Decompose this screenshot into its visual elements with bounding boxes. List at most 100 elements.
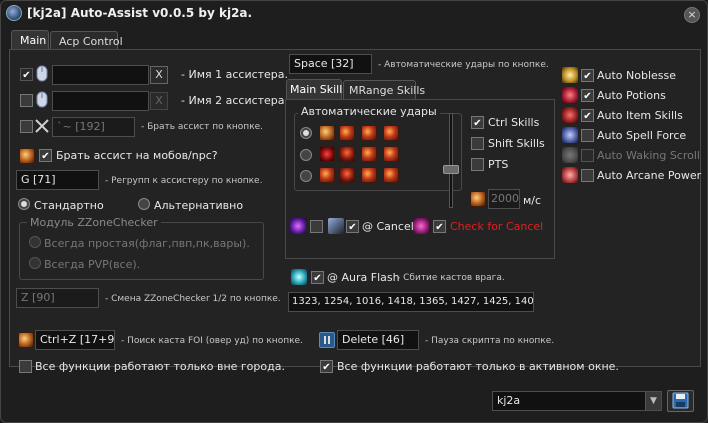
cancel-skill-icon <box>290 218 306 234</box>
foi-key-label: - Поиск каста FOI (овер уд) по кнопке. <box>121 336 303 346</box>
app-window: [kj2a] Auto-Assist v0.0.5 by kj2a. × Mai… <box>0 0 708 423</box>
close-button[interactable]: × <box>684 7 700 23</box>
cancel-enable-checkbox[interactable] <box>310 220 323 233</box>
option-icon <box>562 127 578 143</box>
foi-key-input[interactable]: Ctrl+Z [17+90] <box>35 330 115 350</box>
check-cancel-icon <box>413 218 429 234</box>
foi-icon <box>18 332 34 348</box>
assist1-input[interactable] <box>52 65 149 85</box>
standard-radio[interactable] <box>18 198 30 210</box>
skill-icon[interactable] <box>383 125 399 141</box>
auto-attack-key-input[interactable]: Space [32] <box>289 54 372 74</box>
skill-icon[interactable] <box>319 146 335 162</box>
pause-key-input[interactable]: Delete [46] <box>337 330 419 350</box>
attack-row3-radio[interactable] <box>300 170 312 182</box>
option-checkbox[interactable] <box>581 109 594 122</box>
mob-assist-icon <box>19 148 35 164</box>
assist-key-input[interactable]: `~ [192] <box>52 117 135 137</box>
option-label: Auto Potions <box>597 89 666 102</box>
option-label: Auto Spell Force <box>597 129 687 142</box>
check-cancel-checkbox[interactable] <box>433 220 446 233</box>
window-title: [kj2a] Auto-Assist v0.0.5 by kj2a. <box>27 6 253 20</box>
option-icon <box>562 147 578 163</box>
option-label: Auto Waking Scroll <box>597 149 700 162</box>
delay-unit: м/с <box>523 194 542 207</box>
pause-icon <box>319 332 335 348</box>
outside-city-checkbox[interactable] <box>19 360 32 373</box>
zzone-opt2-radio[interactable] <box>29 257 41 269</box>
skill-icon[interactable] <box>361 146 377 162</box>
option-checkbox[interactable] <box>581 169 594 182</box>
cancel-checkbox[interactable] <box>346 220 359 233</box>
skill-icon[interactable] <box>339 167 355 183</box>
alternative-radio[interactable] <box>138 198 150 210</box>
aura-flash-label: @ Aura Flash <box>327 271 400 284</box>
app-icon <box>6 5 22 21</box>
profile-select[interactable]: kj2a ▼ <box>492 391 662 411</box>
active-window-checkbox[interactable] <box>320 360 333 373</box>
skill-icon[interactable] <box>383 167 399 183</box>
option-label: Auto Arcane Power <box>597 169 702 182</box>
save-button[interactable] <box>667 390 694 412</box>
skill-icon[interactable] <box>361 125 377 141</box>
skill-icon[interactable] <box>361 167 377 183</box>
auto-attacks-title: Автоматические удары <box>298 105 440 118</box>
option-checkbox[interactable] <box>581 129 594 142</box>
skill-icon[interactable] <box>319 167 335 183</box>
aura-flash-desc: - Сбитие кастов врага. <box>397 273 505 283</box>
zzone-group <box>19 222 264 280</box>
save-icon <box>672 392 689 409</box>
mob-assist-checkbox[interactable] <box>39 149 52 162</box>
option-checkbox[interactable] <box>581 69 594 82</box>
shift-skills-checkbox[interactable] <box>471 137 484 150</box>
cancel-label: @ Cancel <box>362 220 414 233</box>
outside-city-label: Все функции работают только вне города. <box>35 360 285 373</box>
zzone-opt1-label: Всегда простая(флаг,пвп,пк,вары). <box>44 237 250 250</box>
assist1-checkbox[interactable] <box>20 68 33 81</box>
tab-mrange-skills[interactable]: MRange Skills <box>343 80 425 100</box>
delay-slider-thumb[interactable] <box>443 165 459 174</box>
assist1-label: - Имя 1 ассистера. <box>181 68 289 81</box>
option-checkbox[interactable] <box>581 89 594 102</box>
option-icon <box>562 107 578 123</box>
cancel-action-icon <box>328 218 344 234</box>
chevron-down-icon[interactable]: ▼ <box>645 392 661 410</box>
aura-flash-checkbox[interactable] <box>311 271 324 284</box>
assist-key-label: - Брать ассист по кнопке. <box>141 122 264 132</box>
skill-icon[interactable] <box>383 146 399 162</box>
skill-icon[interactable] <box>339 146 355 162</box>
profile-value: kj2a <box>497 394 521 407</box>
option-icon <box>562 67 578 83</box>
zzone-title: Модуль ZZoneChecker <box>27 216 161 229</box>
zzone-opt1-radio[interactable] <box>29 236 41 248</box>
assist-key-checkbox[interactable] <box>20 120 33 133</box>
pts-label: PTS <box>488 158 509 171</box>
aura-skill-ids-input[interactable]: 1323, 1254, 1016, 1418, 1365, 1427, 1425… <box>288 292 534 312</box>
ctrl-skills-label: Ctrl Skills <box>488 116 540 129</box>
skill-icon[interactable] <box>319 125 335 141</box>
alternative-label: Альтернативно <box>154 199 244 212</box>
tab-acp-control[interactable]: Acp Control <box>50 31 123 51</box>
attack-row2-radio[interactable] <box>300 149 312 161</box>
option-label: Auto Item Skills <box>597 109 683 122</box>
attack-row1-radio[interactable] <box>300 127 312 139</box>
skill-icon[interactable] <box>339 125 355 141</box>
swords-icon <box>34 118 50 134</box>
option-icon <box>562 87 578 103</box>
pts-checkbox[interactable] <box>471 158 484 171</box>
assist2-input[interactable] <box>52 91 149 111</box>
assist2-clear-button[interactable]: X <box>150 92 168 110</box>
tab-main-skills[interactable]: Main Skills <box>286 79 348 99</box>
active-window-label: Все функции работают только в активном о… <box>337 360 619 373</box>
delay-slider-track[interactable] <box>449 113 453 208</box>
assist2-checkbox[interactable] <box>20 94 33 107</box>
tab-main[interactable]: Main <box>11 30 49 50</box>
option-checkbox[interactable] <box>581 149 594 162</box>
assist1-clear-button[interactable]: X <box>150 66 168 84</box>
auto-attack-key-label: - Автоматические удары по кнопке. <box>378 60 549 70</box>
regroup-input[interactable]: G [71] <box>16 170 99 190</box>
zzone-key-input[interactable]: Z [90] <box>16 288 99 308</box>
aura-flash-icon <box>291 269 307 285</box>
delay-input[interactable]: 2000 <box>488 189 520 209</box>
ctrl-skills-checkbox[interactable] <box>471 116 484 129</box>
